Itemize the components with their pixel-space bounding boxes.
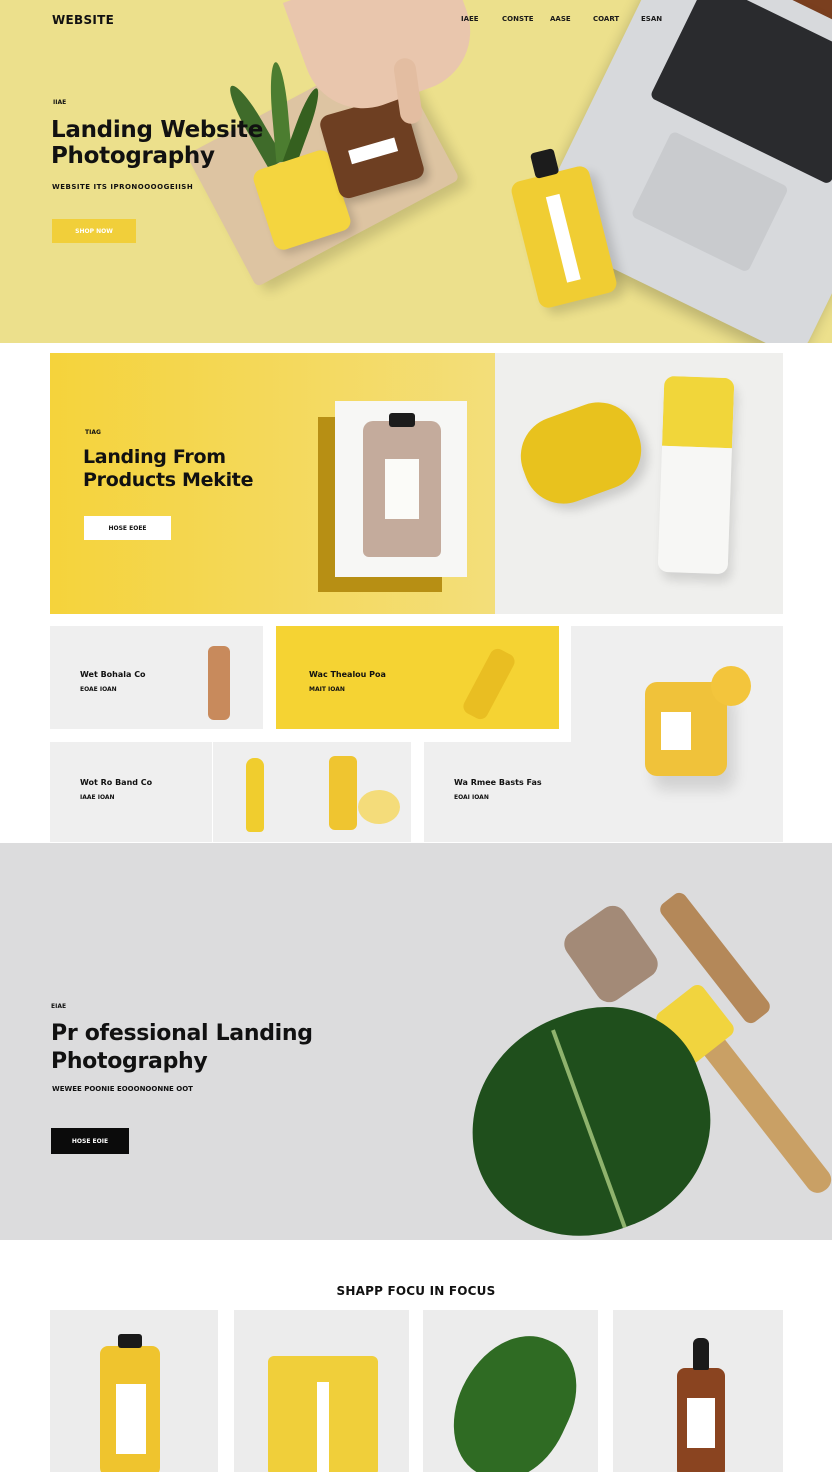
dropper-bottle-photo xyxy=(677,1338,725,1472)
product-title: Wac Thealou Poa xyxy=(309,670,386,679)
hero-title: Landing Website Photography xyxy=(51,117,264,169)
nav-link[interactable]: COART xyxy=(593,15,619,23)
roller-photo xyxy=(558,900,664,1008)
yellow-bottle-photo xyxy=(100,1334,160,1472)
yellow-tube-photo xyxy=(329,756,357,830)
lipstick-photo xyxy=(246,758,264,832)
hero-cta-button[interactable]: SHOP NOW xyxy=(52,219,136,243)
product-card[interactable]: Wet Bohala Co EOAE IOAN xyxy=(50,626,263,729)
nav-link[interactable]: CONSTE xyxy=(502,15,534,23)
nav-link[interactable]: ESAN xyxy=(641,15,662,23)
product-subtitle: MAIT IOAN xyxy=(309,686,345,693)
focus-card[interactable] xyxy=(423,1310,598,1472)
professional-cta-button[interactable]: HOSE EOIE xyxy=(51,1128,129,1154)
professional-subtitle: WEWEE POONIE EOOONOONNE OOT xyxy=(52,1085,193,1093)
tile-divider xyxy=(212,742,213,842)
feature-eyebrow: TIAG xyxy=(85,429,101,436)
amber-bottle-photo xyxy=(208,646,230,720)
tube-product-photo xyxy=(335,401,467,577)
hero-section: WEBSITE IAEE CONSTE AASE COART ESAN IIAE… xyxy=(0,0,832,343)
tall-bottle-photo xyxy=(657,375,735,575)
nav-link[interactable]: IAEE xyxy=(461,15,479,23)
focus-card[interactable] xyxy=(234,1310,409,1472)
product-title: Wa Rmee Basts Fas xyxy=(454,778,542,787)
leaf-photo xyxy=(432,1315,596,1472)
professional-section: EIAE Pr ofessional Landing Photography W… xyxy=(0,843,832,1240)
feature-banner: TIAG Landing From Products Mekite HOSE E… xyxy=(50,353,495,614)
focus-card[interactable] xyxy=(613,1310,783,1472)
feature-title: Landing From Products Mekite xyxy=(83,446,254,491)
feature-photo xyxy=(495,353,783,614)
product-card[interactable]: Wot Ro Band Co IAAE IOAN xyxy=(50,742,411,842)
product-card[interactable] xyxy=(571,626,783,842)
product-subtitle: EOAI IOAN xyxy=(454,794,489,801)
site-logo[interactable]: WEBSITE xyxy=(52,13,114,27)
yellow-pouch-photo xyxy=(268,1356,378,1472)
product-title: Wot Ro Band Co xyxy=(80,778,153,787)
yellow-vial-photo xyxy=(460,646,518,722)
product-card[interactable]: Wac Thealou Poa MAIT IOAN xyxy=(276,626,559,729)
focus-card[interactable] xyxy=(50,1310,218,1472)
professional-eyebrow: EIAE xyxy=(51,1003,67,1010)
product-subtitle: IAAE IOAN xyxy=(80,794,115,801)
product-subtitle: EOAE IOAN xyxy=(80,686,117,693)
product-title: Wet Bohala Co xyxy=(80,670,146,679)
yellow-soap-photo xyxy=(509,391,653,515)
product-card[interactable]: Wa Rmee Basts Fas EOAI IOAN xyxy=(424,742,571,842)
nav-link[interactable]: AASE xyxy=(550,15,571,23)
hero-eyebrow: IIAE xyxy=(53,99,67,106)
jar-lid-photo xyxy=(711,666,751,706)
focus-section-title: SHAPP FOCU IN FOCUS xyxy=(336,1284,496,1298)
professional-title: Pr ofessional Landing Photography xyxy=(51,1021,313,1074)
hero-subtitle: WEBSITE ITS IPRONOOOOGEIISH xyxy=(52,183,194,191)
compact-photo xyxy=(358,790,400,824)
feature-cta-button[interactable]: HOSE EOEE xyxy=(84,516,171,540)
